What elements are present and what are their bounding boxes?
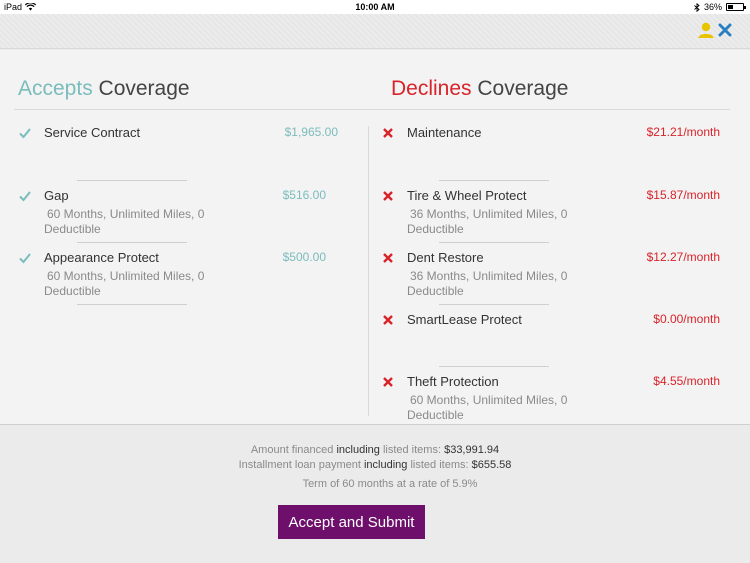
loan-term: Term of 60 months at a rate of 5.9% (302, 478, 478, 490)
installment-payment: Installment loan payment including liste… (238, 459, 512, 471)
x-icon (383, 315, 393, 325)
user-icon[interactable] (698, 22, 714, 38)
bluetooth-icon (694, 2, 700, 12)
declines-heading: Declines Coverage (391, 77, 569, 100)
x-icon (383, 191, 393, 201)
item-separator (77, 180, 187, 181)
financing-summary: Amount financed including listed items: … (0, 443, 750, 473)
battery-icon (726, 3, 746, 11)
amount-financed: Amount financed including listed items: … (250, 444, 500, 456)
accept-and-submit-button[interactable]: Accept and Submit (278, 505, 425, 539)
status-bar: iPad 10:00 AM 36% (0, 0, 750, 14)
coverage-panel: Accepts Coverage Declines Coverage Servi… (0, 50, 750, 425)
status-time: 10:00 AM (355, 2, 395, 12)
check-icon (19, 191, 31, 202)
item-separator (439, 366, 549, 367)
check-icon (19, 253, 31, 264)
x-icon (383, 128, 393, 138)
accepts-heading: Accepts Coverage (18, 77, 190, 100)
check-icon (19, 128, 31, 139)
item-separator (77, 242, 187, 243)
item-separator (77, 304, 187, 305)
close-icon[interactable] (718, 23, 732, 37)
x-icon (383, 377, 393, 387)
column-divider (368, 126, 369, 416)
item-separator (439, 180, 549, 181)
item-separator (439, 242, 549, 243)
header-bar (0, 14, 750, 49)
battery-percent: 36% (703, 2, 722, 12)
item-separator (439, 304, 549, 305)
heading-divider (14, 109, 730, 110)
x-icon (383, 253, 393, 263)
